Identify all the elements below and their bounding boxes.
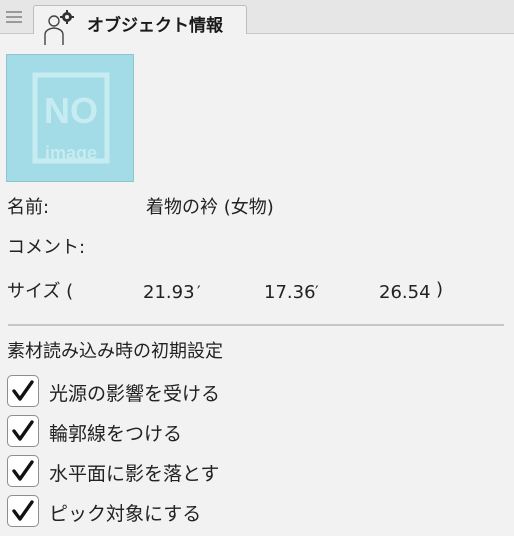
checkmark-icon [12,420,34,441]
checkbox-pickable-label[interactable]: ピック対象にする [49,499,201,526]
size-x-value[interactable]: 21.93 [143,282,195,303]
checkmark-icon [12,460,34,481]
checkbox-ground-shadow-label[interactable]: 水平面に影を落とす [49,459,219,486]
checkbox-lighting[interactable] [7,375,39,407]
person-gear-icon [44,10,74,45]
tab-object-info[interactable]: オブジェクト情報 [33,5,247,45]
size-y-value[interactable]: 17.36 [264,282,316,303]
checkmark-icon [12,500,34,521]
size-y-separator: ′ [315,282,319,301]
checkbox-ground-shadow[interactable] [7,455,39,487]
size-x-separator: ′ [197,282,201,301]
thumbnail-no-text: NO [44,90,98,131]
comment-label: コメント: [7,237,86,258]
checkmark-icon [12,380,34,401]
checkbox-pickable[interactable] [7,495,39,527]
thumbnail-image-text: image [45,143,97,163]
checkbox-lighting-label[interactable]: 光源の影響を受ける [49,379,220,406]
name-label: 名前: [7,197,50,218]
panel-header: オブジェクト情報 [0,0,514,45]
tab-title: オブジェクト情報 [87,16,223,36]
section-divider [8,324,504,326]
hamburger-menu-icon[interactable] [6,11,22,23]
size-z-value[interactable]: 26.54 [379,282,431,303]
name-value[interactable]: 着物の衿 (女物) [146,193,274,219]
size-label: サイズ ( [7,281,74,302]
size-close-paren: ) [436,279,444,300]
object-thumbnail: NO image [6,54,134,182]
checkbox-outline[interactable] [7,415,39,447]
initial-settings-heading: 素材読み込み時の初期設定 [7,341,223,362]
checkbox-outline-label[interactable]: 輪郭線をつける [49,419,182,446]
